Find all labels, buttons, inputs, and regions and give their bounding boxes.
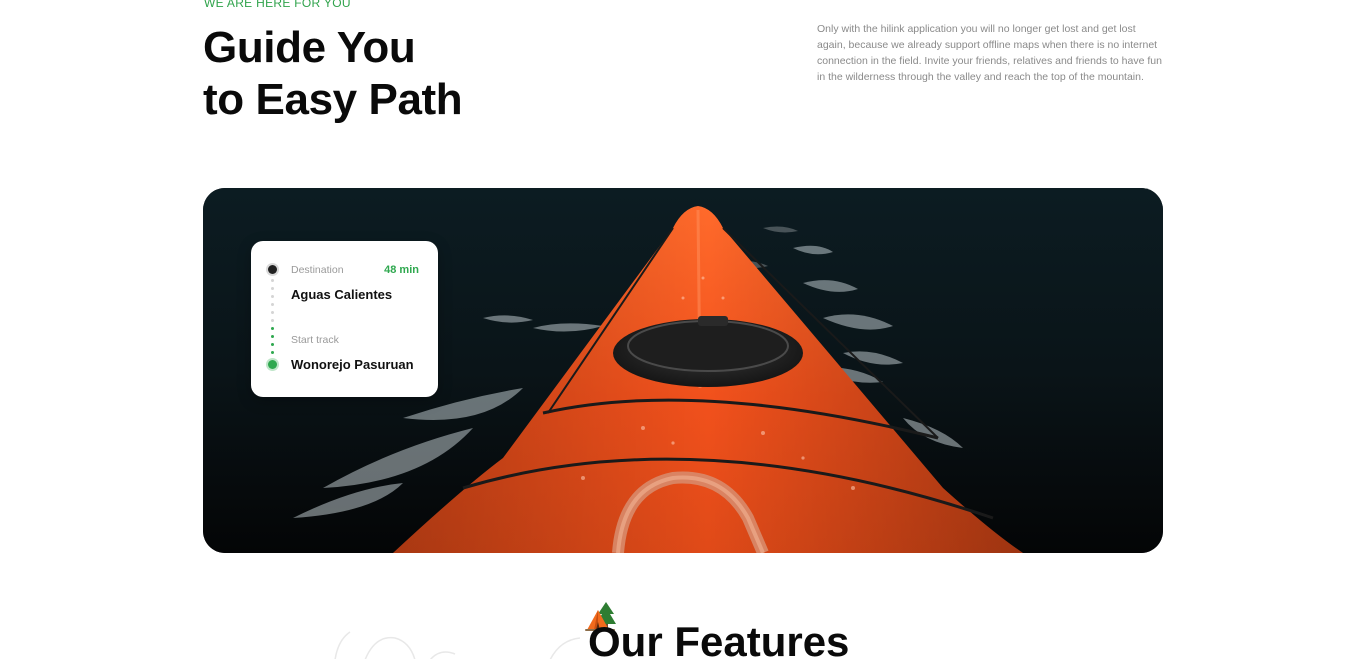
- start-label: Start track: [291, 334, 339, 346]
- features-title: Our Features: [588, 618, 850, 659]
- hero-title: Guide You to Easy Path: [203, 22, 463, 126]
- start-name: Wonorejo Pasuruan: [291, 357, 414, 372]
- hero-title-line1: Guide You: [203, 23, 416, 72]
- track-line: [271, 279, 274, 357]
- decorative-lines: [334, 631, 580, 659]
- route-card: Destination 48 min Aguas Calientes Start…: [251, 241, 438, 397]
- destination-label: Destination: [291, 264, 344, 276]
- eta-value: 48 min: [384, 264, 419, 276]
- destination-marker-icon: [268, 265, 277, 274]
- hero-title-line2: to Easy Path: [203, 75, 463, 124]
- hero-description: Only with the hilink application you wil…: [817, 23, 1162, 83]
- hero-eyebrow: WE ARE HERE FOR YOU: [204, 0, 351, 10]
- start-marker-icon: [268, 360, 277, 369]
- page: WE ARE HERE FOR YOU Guide You to Easy Pa…: [0, 0, 1365, 659]
- destination-name: Aguas Calientes: [291, 287, 393, 302]
